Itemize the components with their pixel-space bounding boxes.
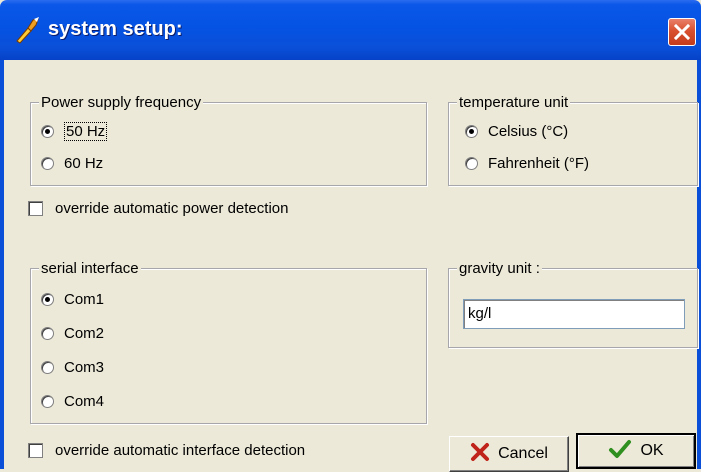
x-cross-icon <box>470 442 490 467</box>
radio-button-com3[interactable] <box>41 360 54 374</box>
radio-com4[interactable]: Com4 <box>41 391 104 411</box>
radio-fahrenheit[interactable]: Fahrenheit (°F) <box>465 153 589 173</box>
override-power-label: override automatic power detection <box>55 199 289 217</box>
gravity-unit-input[interactable]: kg/l <box>463 299 685 329</box>
radio-button-50hz[interactable] <box>41 124 54 138</box>
radio-button-60hz[interactable] <box>41 156 54 170</box>
cancel-button-label: Cancel <box>498 445 548 462</box>
setup-wrench-icon <box>14 16 40 44</box>
radio-60hz[interactable]: 60 Hz <box>41 153 103 173</box>
radio-button-com2[interactable] <box>41 326 54 340</box>
serial-interface-label: serial interface <box>39 260 141 277</box>
radio-60hz-label: 60 Hz <box>64 154 104 172</box>
power-frequency-label: Power supply frequency <box>39 94 204 111</box>
radio-com1[interactable]: Com1 <box>41 289 104 309</box>
radio-button-celsius[interactable] <box>465 124 478 138</box>
power-frequency-group: Power supply frequency 50 Hz 60 Hz <box>30 94 427 186</box>
window-frame-left <box>0 60 4 469</box>
ok-button-label: OK <box>640 442 664 459</box>
override-interface-checkbox-box[interactable] <box>28 442 43 458</box>
cancel-button[interactable]: Cancel <box>449 436 569 472</box>
radio-com2-label: Com2 <box>64 324 105 342</box>
temperature-unit-label: temperature unit <box>457 94 571 111</box>
radio-50hz[interactable]: 50 Hz <box>41 121 108 141</box>
radio-button-com1[interactable] <box>41 292 54 306</box>
close-button[interactable] <box>668 18 696 46</box>
radio-button-fahrenheit[interactable] <box>465 156 478 170</box>
override-power-checkbox-box[interactable] <box>28 200 43 216</box>
override-interface-checkbox[interactable]: override automatic interface detection <box>28 440 305 460</box>
title-bar[interactable]: system setup: <box>0 0 701 60</box>
radio-com4-label: Com4 <box>64 392 105 410</box>
temperature-unit-group: temperature unit Celsius (°C) Fahrenheit… <box>448 94 698 186</box>
radio-celsius[interactable]: Celsius (°C) <box>465 121 568 141</box>
gravity-unit-label: gravity unit : <box>457 260 542 277</box>
radio-com3[interactable]: Com3 <box>41 357 104 377</box>
radio-fahrenheit-label: Fahrenheit (°F) <box>488 154 590 172</box>
ok-button[interactable]: OK <box>576 433 696 469</box>
override-power-checkbox[interactable]: override automatic power detection <box>28 198 288 218</box>
radio-50hz-label: 50 Hz <box>64 121 108 141</box>
radio-com2[interactable]: Com2 <box>41 323 104 343</box>
checkmark-icon <box>608 439 632 464</box>
window-title: system setup: <box>48 18 183 40</box>
override-interface-label: override automatic interface detection <box>55 441 306 459</box>
radio-button-com4[interactable] <box>41 394 54 408</box>
radio-celsius-label: Celsius (°C) <box>488 122 569 140</box>
radio-com3-label: Com3 <box>64 358 105 376</box>
serial-interface-group: serial interface Com1 Com2 Com3 Com4 <box>30 260 427 424</box>
gravity-unit-group: gravity unit : kg/l <box>448 260 698 348</box>
radio-com1-label: Com1 <box>64 290 105 308</box>
